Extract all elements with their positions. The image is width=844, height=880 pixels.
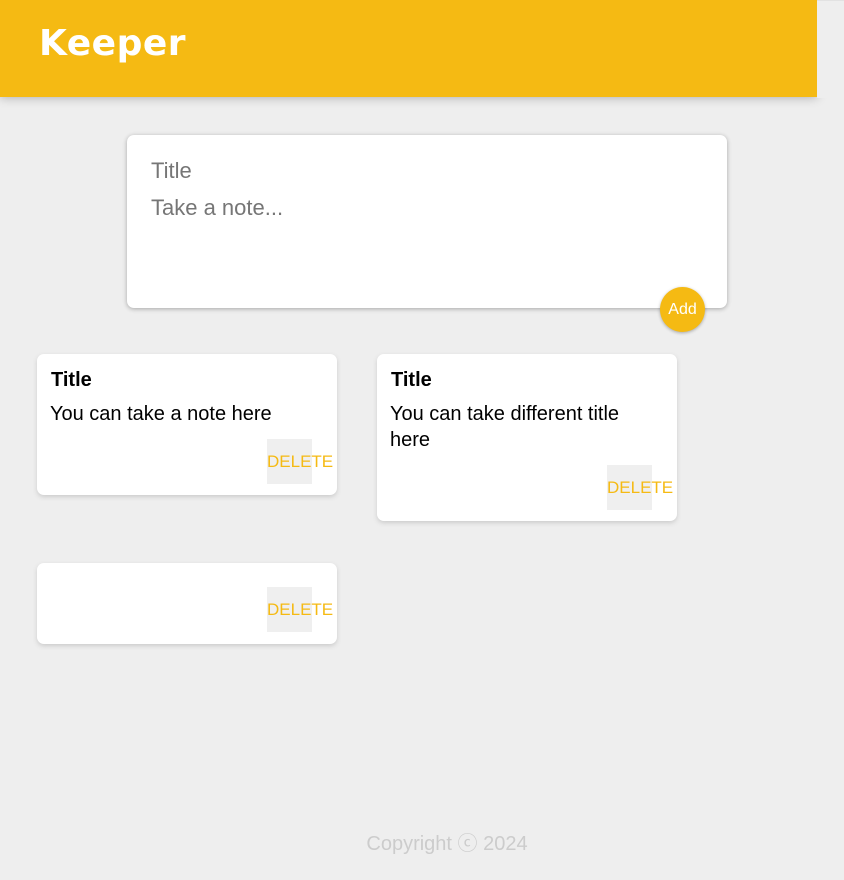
create-note-form [127,135,727,308]
note-content-input[interactable] [151,195,701,285]
delete-note-button[interactable]: DELETE [267,587,333,632]
note-card: Title You can take different title here … [377,354,677,521]
header-edge [817,0,844,98]
note-content: You can take a note here [50,403,272,425]
note-content: You can take different title here [390,403,620,451]
note-title: Title [51,369,92,391]
copyright-text: Copyright ⓒ 2024 [366,833,528,855]
note-title: Title [391,369,432,391]
note-title-input[interactable] [151,155,691,187]
note-card: DELETE [37,563,337,644]
app-title: Keeper [39,23,187,64]
delete-note-button[interactable]: DELETE [267,439,333,484]
add-note-button[interactable]: Add [660,287,705,332]
footer: Copyright ⓒ 2024 [0,832,844,856]
app-header: Keeper [0,0,817,97]
note-card: Title You can take a note here DELETE [37,354,337,495]
delete-note-button[interactable]: DELETE [607,465,673,510]
